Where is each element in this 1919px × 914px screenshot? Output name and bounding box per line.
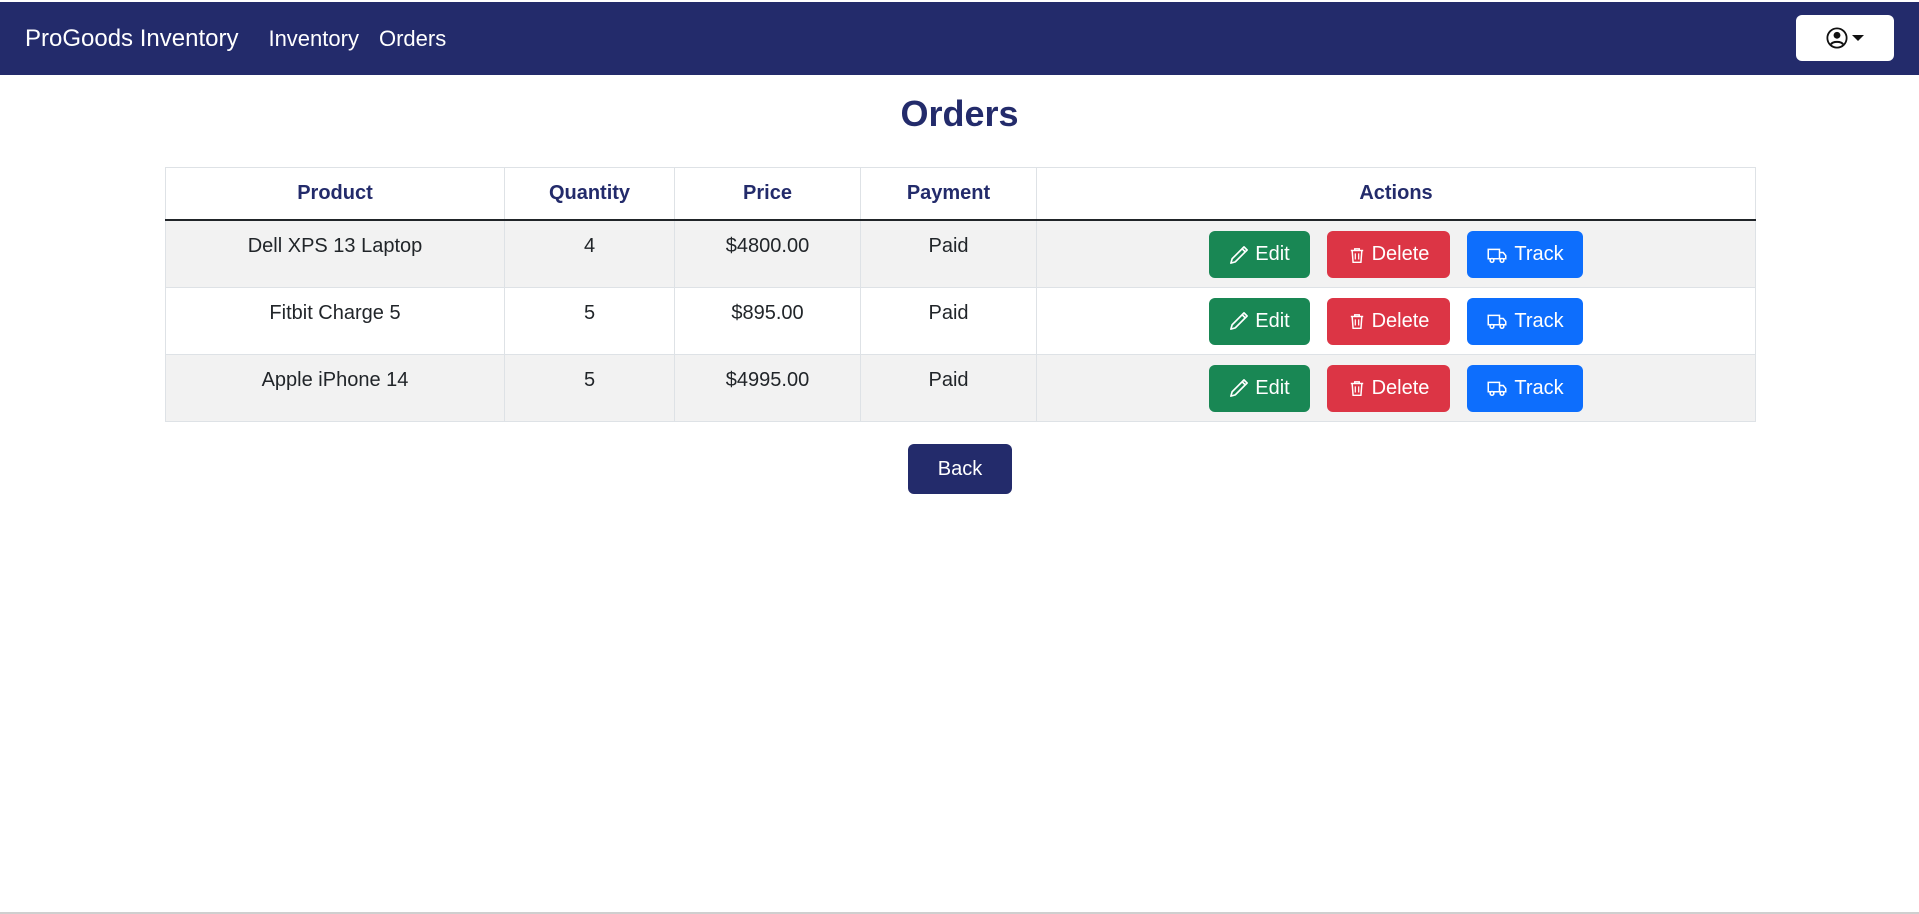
edit-button[interactable]: Edit	[1209, 297, 1310, 345]
edit-button[interactable]: Edit	[1209, 231, 1310, 278]
edit-button-label: Edit	[1255, 309, 1290, 332]
edit-button-label: Edit	[1255, 243, 1290, 265]
price-cell: $4995.00	[674, 353, 861, 422]
edit-button[interactable]: Edit	[1209, 364, 1310, 412]
payment-cell: Paid	[860, 286, 1037, 355]
table-row: Fitbit Charge 5 5 $895.00 Paid Edit Dele…	[165, 286, 1756, 355]
track-button-label: Track	[1514, 243, 1564, 265]
user-circle-icon	[1826, 27, 1848, 49]
delete-button[interactable]: Delete	[1327, 364, 1450, 412]
column-header-payment: Payment	[860, 167, 1037, 221]
column-header-product: Product	[165, 167, 505, 221]
pencil-icon	[1230, 312, 1249, 330]
delete-button-label: Delete	[1371, 309, 1430, 332]
track-button-label: Track	[1514, 309, 1564, 332]
column-header-actions: Actions	[1036, 167, 1756, 221]
payment-cell: Paid	[860, 219, 1037, 288]
trash-icon	[1350, 314, 1363, 330]
price-cell: $4800.00	[674, 219, 861, 288]
orders-table: Product Quantity Price Payment Actions D…	[165, 167, 1756, 422]
track-button[interactable]: Track	[1467, 231, 1583, 278]
page-title: Orders	[900, 93, 1019, 134]
trash-icon	[1350, 247, 1363, 263]
delete-button-label: Delete	[1371, 243, 1430, 265]
track-button[interactable]: Track	[1467, 364, 1583, 412]
brand-link[interactable]: ProGoods Inventory	[25, 25, 238, 53]
user-menu-button[interactable]	[1796, 15, 1894, 61]
payment-cell: Paid	[860, 353, 1037, 422]
chevron-down-icon	[1852, 35, 1864, 41]
delete-button[interactable]: Delete	[1327, 231, 1450, 278]
quantity-cell: 5	[504, 353, 675, 422]
table-row: Apple iPhone 14 5 $4995.00 Paid Edit Del…	[165, 353, 1756, 422]
trash-icon	[1350, 381, 1363, 397]
truck-icon	[1487, 314, 1507, 330]
quantity-cell: 4	[504, 219, 675, 288]
delete-button[interactable]: Delete	[1327, 297, 1450, 345]
track-button[interactable]: Track	[1467, 297, 1583, 345]
pencil-icon	[1230, 379, 1249, 397]
quantity-cell: 5	[504, 286, 675, 355]
actions-cell: Edit Delete Track	[1036, 219, 1756, 288]
delete-button-label: Delete	[1371, 376, 1430, 399]
product-cell: Apple iPhone 14	[165, 353, 505, 422]
actions-cell: Edit Delete Track	[1036, 353, 1756, 422]
price-cell: $895.00	[674, 286, 861, 355]
table-header-row: Product Quantity Price Payment Actions	[165, 167, 1756, 221]
actions-cell: Edit Delete Track	[1036, 286, 1756, 355]
column-header-quantity: Quantity	[504, 167, 675, 221]
nav-link-inventory[interactable]: Inventory	[268, 26, 359, 52]
table-row: Dell XPS 13 Laptop 4 $4800.00 Paid Edit …	[165, 219, 1756, 288]
edit-button-label: Edit	[1255, 376, 1290, 399]
truck-icon	[1487, 248, 1507, 263]
nav-link-orders[interactable]: Orders	[379, 26, 446, 52]
truck-icon	[1487, 381, 1507, 397]
product-cell: Fitbit Charge 5	[165, 286, 505, 355]
pencil-icon	[1230, 245, 1249, 264]
product-cell: Dell XPS 13 Laptop	[165, 219, 505, 288]
track-button-label: Track	[1514, 376, 1564, 399]
column-header-price: Price	[674, 167, 861, 221]
top-navbar: ProGoods Inventory Inventory Orders	[0, 2, 1919, 75]
back-button[interactable]: Back	[908, 444, 1012, 494]
